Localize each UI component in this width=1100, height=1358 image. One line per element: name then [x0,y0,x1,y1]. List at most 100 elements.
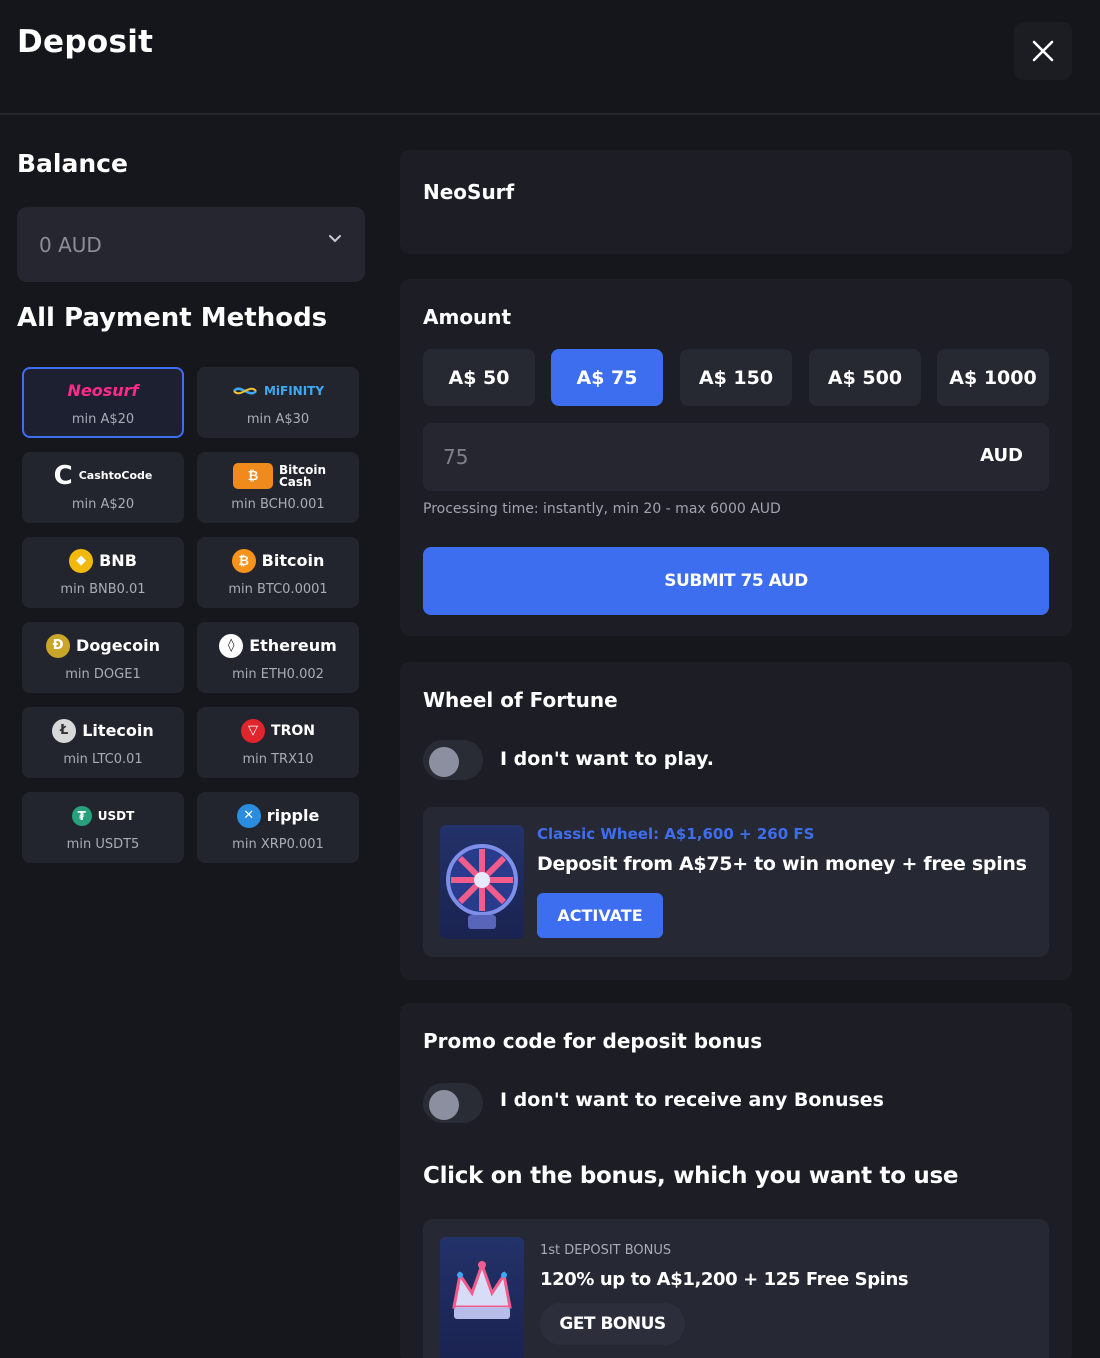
amount-preset-75[interactable]: A$ 75 [551,349,663,406]
bonus-instructions: Click on the bonus, which you want to us… [423,1163,959,1189]
payment-method-ripple[interactable]: ✕ ripple min XRP0.001 [197,792,359,863]
mifinity-logo: MiFINITY [232,379,324,403]
promo-card: Promo code for deposit bonus I don't wan… [400,1003,1072,1358]
bitcoin-cash-icon: ₿ [233,462,273,489]
bonus-toggle-label: I don't want to receive any Bonuses [500,1089,884,1111]
payment-method-bitcoin[interactable]: ₿ Bitcoin min BTC0.0001 [197,537,359,608]
payment-method-bitcoin-cash[interactable]: ₿ Bitcoin Cash min BCH0.001 [197,452,359,523]
method-min: min A$20 [71,411,135,427]
wheel-toggle[interactable] [423,740,483,780]
amount-input[interactable]: 75 AUD [423,423,1049,491]
usdt-logo: ₮ USDT [71,804,134,828]
payment-method-ethereum[interactable]: ◊ Ethereum min ETH0.002 [197,622,359,693]
method-name: Litecoin [82,721,154,740]
ethereum-logo: ◊ Ethereum [219,633,337,658]
method-min: min DOGE1 [65,666,141,682]
payment-methods-heading: All Payment Methods [17,303,328,333]
method-name: Ethereum [249,636,337,655]
method-min: min ETH0.002 [232,666,324,682]
method-min: min XRP0.001 [232,836,324,852]
method-name: BNB [99,551,137,570]
ripple-icon: ✕ [236,803,261,828]
page-title: Deposit [17,24,154,60]
payment-method-mifinity[interactable]: MiFINITY min A$30 [197,367,359,438]
tron-icon: ▽ [241,718,266,743]
tron-logo: ▽ TRON [241,718,315,743]
amount-preset-150[interactable]: A$ 150 [680,349,792,406]
method-name: Dogecoin [76,636,160,655]
amount-input-value: 75 [443,445,469,469]
bitcoin-cash-logo: ₿ Bitcoin Cash [233,462,327,489]
bonus-thumbnail [440,1237,524,1358]
processing-time: Processing time: instantly, min 20 - max… [423,501,781,517]
amount-preset-50[interactable]: A$ 50 [423,349,535,406]
balance-value: 0 AUD [39,233,102,257]
method-name: CashtoCode [78,469,153,482]
amount-preset-1000[interactable]: A$ 1000 [937,349,1049,406]
payment-method-bnb[interactable]: ◆ BNB min BNB0.01 [22,537,184,608]
amount-heading: Amount [423,305,512,329]
cashtocode-icon: C [53,460,73,491]
dogecoin-icon: Ð [46,633,71,658]
neosurf-logo: Neosurf [68,379,139,403]
close-button[interactable] [1014,22,1072,80]
ripple-logo: ✕ ripple [236,803,320,828]
method-name: Bitcoin [261,551,325,570]
wheel-toggle-label: I don't want to play. [500,748,714,770]
wheel-promo-title: Classic Wheel: A$1,600 + 260 FS [537,825,815,843]
bonus-offer[interactable]: 1st DEPOSIT BONUS 120% up to A$1,200 + 1… [423,1219,1049,1358]
cashtocode-logo: C CashtoCode [53,460,153,491]
dogecoin-logo: Ð Dogecoin [46,633,160,658]
submit-button[interactable]: SUBMIT 75 AUD [423,547,1049,615]
amount-currency: AUD [980,445,1023,466]
amount-preset-500[interactable]: A$ 500 [809,349,921,406]
payment-method-dogecoin[interactable]: Ð Dogecoin min DOGE1 [22,622,184,693]
toggle-knob [429,1090,459,1120]
get-bonus-button[interactable]: GET BONUS [540,1303,685,1345]
method-min: min BNB0.01 [60,581,146,597]
payment-methods-grid: Neosurf min A$20 MiFINITY min A$30 C Cas… [22,367,362,863]
method-min: min BCH0.001 [231,496,325,512]
wheel-promo: Classic Wheel: A$1,600 + 260 FS Deposit … [423,807,1049,957]
method-name: Bitcoin Cash [279,462,327,489]
method-name: ripple [266,806,320,825]
usdt-icon: ₮ [71,805,92,826]
chevron-down-icon [329,235,341,243]
selected-method-card: NeoSurf [400,150,1072,254]
toggle-knob [429,747,459,777]
modal-header: Deposit [0,0,1100,115]
balance-select[interactable]: 0 AUD [17,207,365,282]
payment-method-cashtocode[interactable]: C CashtoCode min A$20 [22,452,184,523]
wheel-promo-desc: Deposit from A$75+ to win money + free s… [537,853,1027,875]
bonus-toggle[interactable] [423,1083,483,1123]
bnb-logo: ◆ BNB [69,548,137,573]
bonus-title: 120% up to A$1,200 + 125 Free Spins [540,1269,909,1290]
wheel-card: Wheel of Fortune I don't want to play. C… [400,662,1072,980]
crown-icon [452,1260,512,1319]
litecoin-icon: Ł [52,718,77,743]
litecoin-logo: Ł Litecoin [52,718,154,743]
payment-method-neosurf[interactable]: Neosurf min A$20 [22,367,184,438]
method-min: min USDT5 [66,836,140,852]
wheel-heading: Wheel of Fortune [423,688,618,712]
payment-method-tron[interactable]: ▽ TRON min TRX10 [197,707,359,778]
method-min: min A$30 [246,411,310,427]
method-name: Neosurf [67,381,139,400]
wheel-icon [446,844,518,929]
activate-button[interactable]: ACTIVATE [537,893,663,938]
close-icon [1032,40,1054,62]
bitcoin-icon: ₿ [231,548,256,573]
bnb-icon: ◆ [69,548,94,573]
mifinity-icon [232,387,257,394]
method-min: min TRX10 [242,751,314,767]
bonus-kicker: 1st DEPOSIT BONUS [540,1243,672,1258]
balance-heading: Balance [17,149,128,178]
selected-method-title: NeoSurf [423,180,515,204]
method-min: min LTC0.01 [63,751,143,767]
promo-heading: Promo code for deposit bonus [423,1029,763,1053]
method-name: TRON [271,722,315,739]
payment-method-litecoin[interactable]: Ł Litecoin min LTC0.01 [22,707,184,778]
payment-method-usdt[interactable]: ₮ USDT min USDT5 [22,792,184,863]
method-min: min A$20 [71,496,135,512]
wheel-thumbnail [440,825,524,939]
